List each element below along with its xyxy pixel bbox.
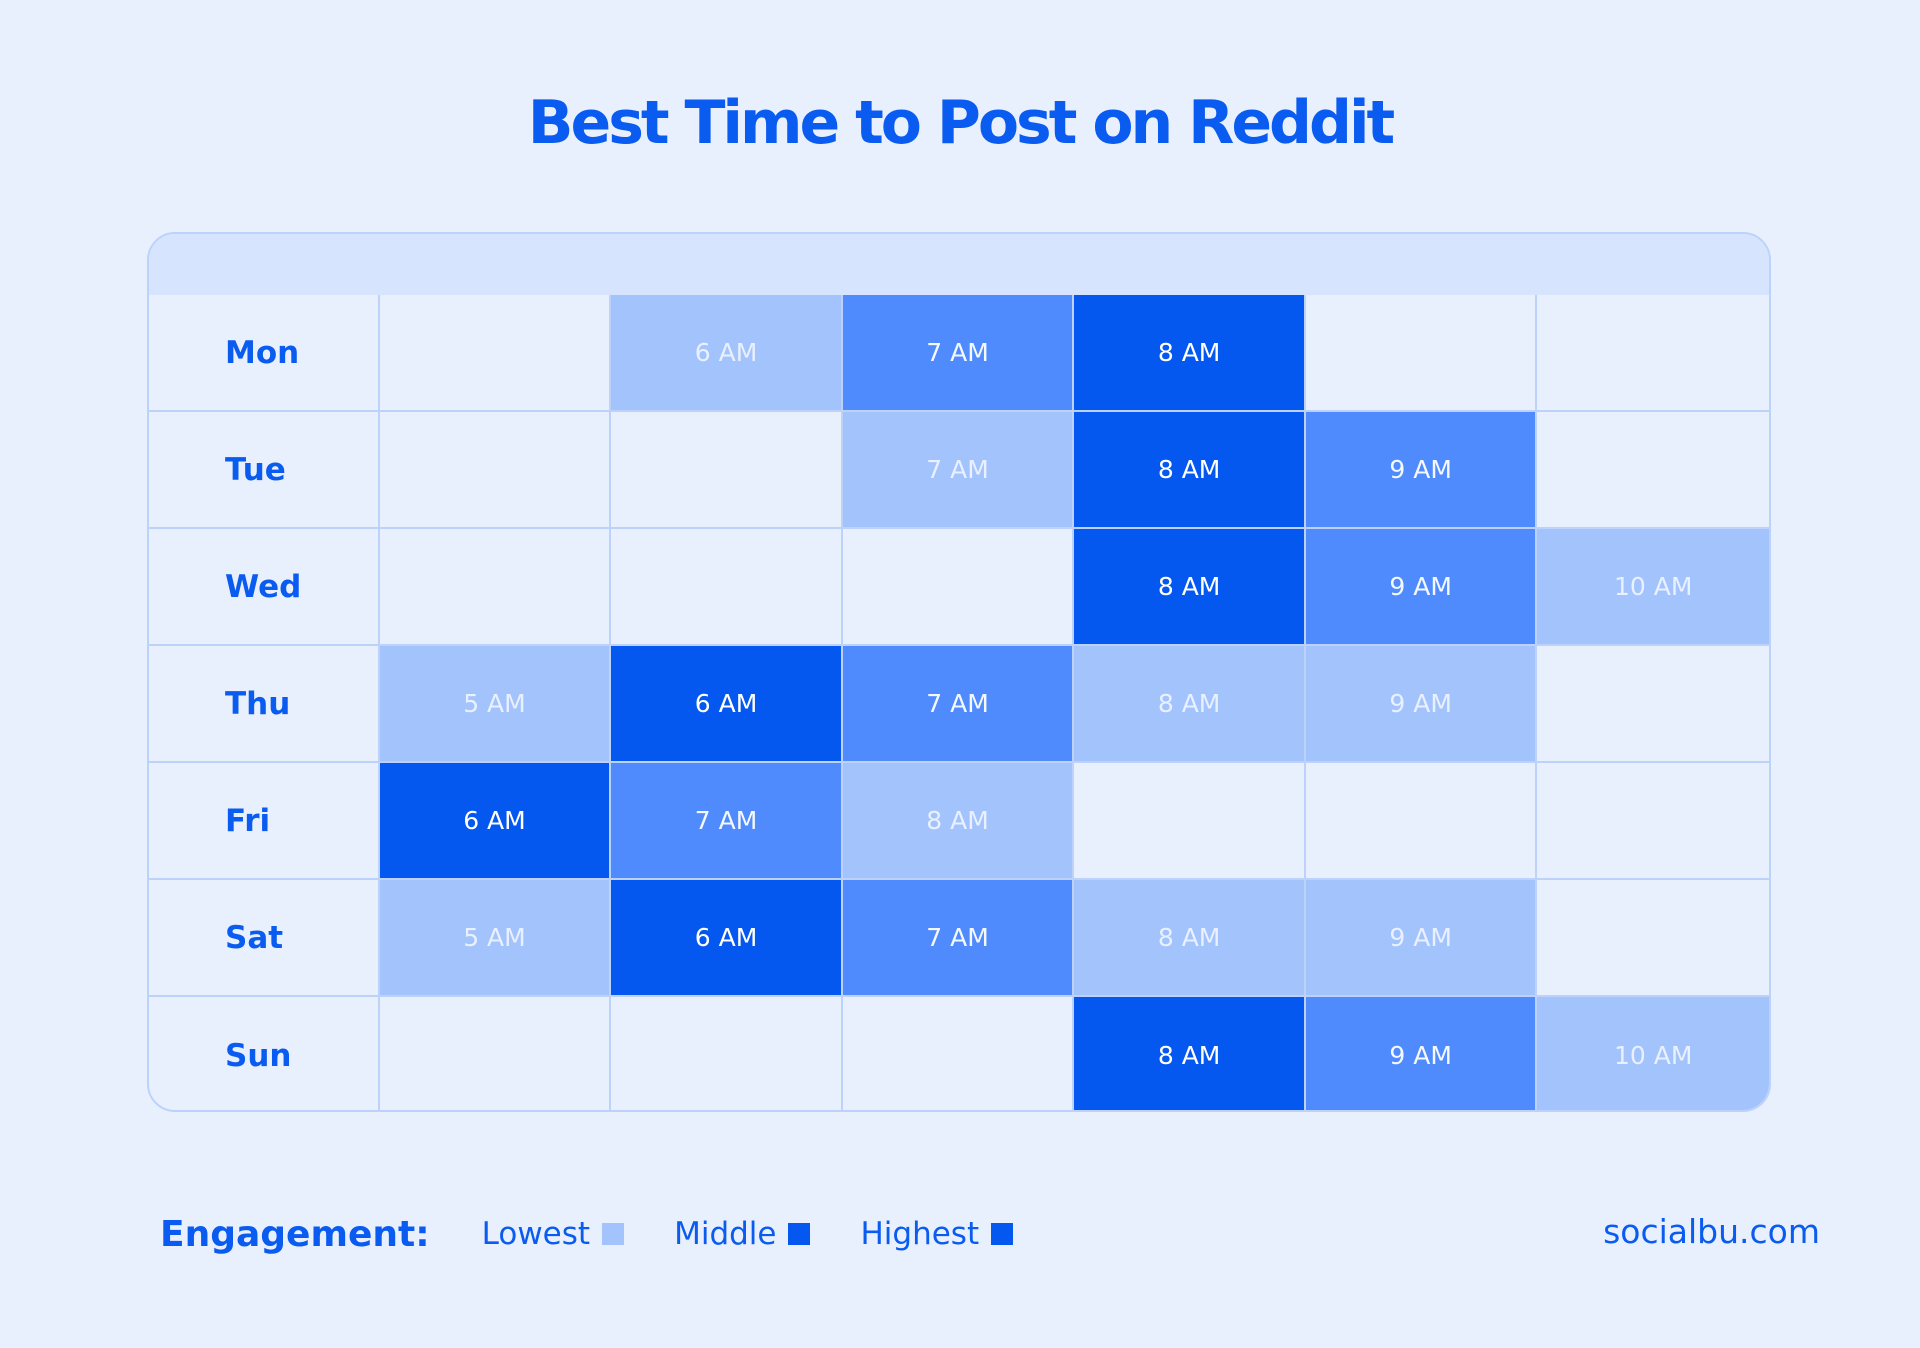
heatmap-cell-empty bbox=[1537, 295, 1769, 412]
heatmap-cell: 10 AM bbox=[1537, 997, 1769, 1110]
heatmap-table: Mon 6 AM 7 AM 8 AM Tue 7 AM 8 AM 9 AM Wed 8 AM 9 A… bbox=[147, 232, 1771, 1112]
legend-label: Middle bbox=[674, 1216, 777, 1252]
heatmap-row-fri: Fri 6 AM 7 AM 8 AM bbox=[149, 763, 1769, 880]
heatmap-cell: 8 AM bbox=[1074, 880, 1306, 997]
legend-item-highest: Highest bbox=[860, 1216, 1014, 1252]
footer-site-link[interactable]: socialbu.com bbox=[1603, 1212, 1820, 1251]
heatmap-cell: 8 AM bbox=[1074, 295, 1306, 412]
legend-title: Engagement: bbox=[160, 1213, 430, 1255]
heatmap-cell-empty bbox=[611, 529, 843, 646]
day-label: Fri bbox=[149, 763, 380, 880]
heatmap-cell: 6 AM bbox=[611, 295, 843, 412]
legend-swatch-middle bbox=[788, 1223, 811, 1245]
heatmap-cell-empty bbox=[842, 529, 1075, 646]
heatmap-cell: 8 AM bbox=[1074, 997, 1306, 1110]
heatmap-cell-empty bbox=[379, 295, 612, 412]
day-label: Sat bbox=[149, 880, 380, 997]
heatmap-cell-empty bbox=[611, 412, 843, 529]
heatmap-cell: 9 AM bbox=[1305, 646, 1538, 763]
heatmap-row-wed: Wed 8 AM 9 AM 10 AM bbox=[149, 529, 1769, 646]
heatmap-cell: 7 AM bbox=[842, 646, 1075, 763]
legend-swatch-highest bbox=[991, 1223, 1014, 1245]
heatmap-cell-empty bbox=[1537, 412, 1769, 529]
heatmap-cell-empty bbox=[842, 997, 1075, 1110]
heatmap-cell-empty bbox=[379, 997, 612, 1110]
heatmap-row-sun: Sun 8 AM 9 AM 10 AM bbox=[149, 997, 1769, 1110]
heatmap-cell: 8 AM bbox=[1074, 529, 1306, 646]
heatmap-cell: 8 AM bbox=[1074, 646, 1306, 763]
legend-swatch-lowest bbox=[602, 1223, 625, 1245]
heatmap-row-tue: Tue 7 AM 8 AM 9 AM bbox=[149, 412, 1769, 529]
heatmap-cell: 5 AM bbox=[379, 880, 612, 997]
heatmap-cell: 9 AM bbox=[1305, 529, 1538, 646]
heatmap-cell: 7 AM bbox=[842, 412, 1075, 529]
legend: Engagement: Lowest Middle Highest bbox=[160, 1206, 1063, 1262]
heatmap-cell-empty bbox=[611, 997, 843, 1110]
chart-title: Best Time to Post on Reddit bbox=[527, 88, 1395, 158]
day-label: Mon bbox=[149, 295, 380, 412]
day-label: Wed bbox=[149, 529, 380, 646]
heatmap-cell: 8 AM bbox=[1074, 412, 1306, 529]
heatmap-row-thu: Thu 5 AM 6 AM 7 AM 8 AM 9 AM bbox=[149, 646, 1769, 763]
heatmap-cell: 9 AM bbox=[1305, 997, 1538, 1110]
heatmap-cell-empty bbox=[1305, 295, 1538, 412]
heatmap-cell: 6 AM bbox=[611, 646, 843, 763]
heatmap-cell: 9 AM bbox=[1305, 412, 1538, 529]
heatmap-cell-empty bbox=[379, 412, 612, 529]
heatmap-cell: 8 AM bbox=[842, 763, 1075, 880]
heatmap-cell: 7 AM bbox=[842, 880, 1075, 997]
legend-item-middle: Middle bbox=[674, 1216, 811, 1252]
heatmap-cell-empty bbox=[1537, 880, 1769, 997]
day-label: Tue bbox=[149, 412, 380, 529]
day-label: Sun bbox=[149, 997, 380, 1110]
heatmap-grid: Mon 6 AM 7 AM 8 AM Tue 7 AM 8 AM 9 AM Wed 8 AM 9 A… bbox=[149, 295, 1769, 1110]
heatmap-cell-empty bbox=[1074, 763, 1306, 880]
heatmap-cell: 7 AM bbox=[842, 295, 1075, 412]
day-label: Thu bbox=[149, 646, 380, 763]
heatmap-cell: 6 AM bbox=[611, 880, 843, 997]
heatmap-cell: 10 AM bbox=[1537, 529, 1769, 646]
heatmap-cell: 6 AM bbox=[379, 763, 612, 880]
heatmap-cell: 5 AM bbox=[379, 646, 612, 763]
heatmap-cell-empty bbox=[1537, 646, 1769, 763]
heatmap-cell-empty bbox=[379, 529, 612, 646]
infographic: Best Time to Post on Reddit Mon 6 AM 7 AM 8… bbox=[0, 0, 1920, 1348]
heatmap-cell-empty bbox=[1537, 763, 1769, 880]
table-header-band bbox=[149, 234, 1769, 295]
legend-label: Highest bbox=[860, 1216, 980, 1252]
heatmap-cell-empty bbox=[1305, 763, 1538, 880]
legend-item-lowest: Lowest bbox=[481, 1216, 625, 1252]
heatmap-cell: 9 AM bbox=[1305, 880, 1538, 997]
heatmap-row-mon: Mon 6 AM 7 AM 8 AM bbox=[149, 295, 1769, 412]
heatmap-cell: 7 AM bbox=[611, 763, 843, 880]
heatmap-row-sat: Sat 5 AM 6 AM 7 AM 8 AM 9 AM bbox=[149, 880, 1769, 997]
legend-label: Lowest bbox=[481, 1216, 591, 1252]
